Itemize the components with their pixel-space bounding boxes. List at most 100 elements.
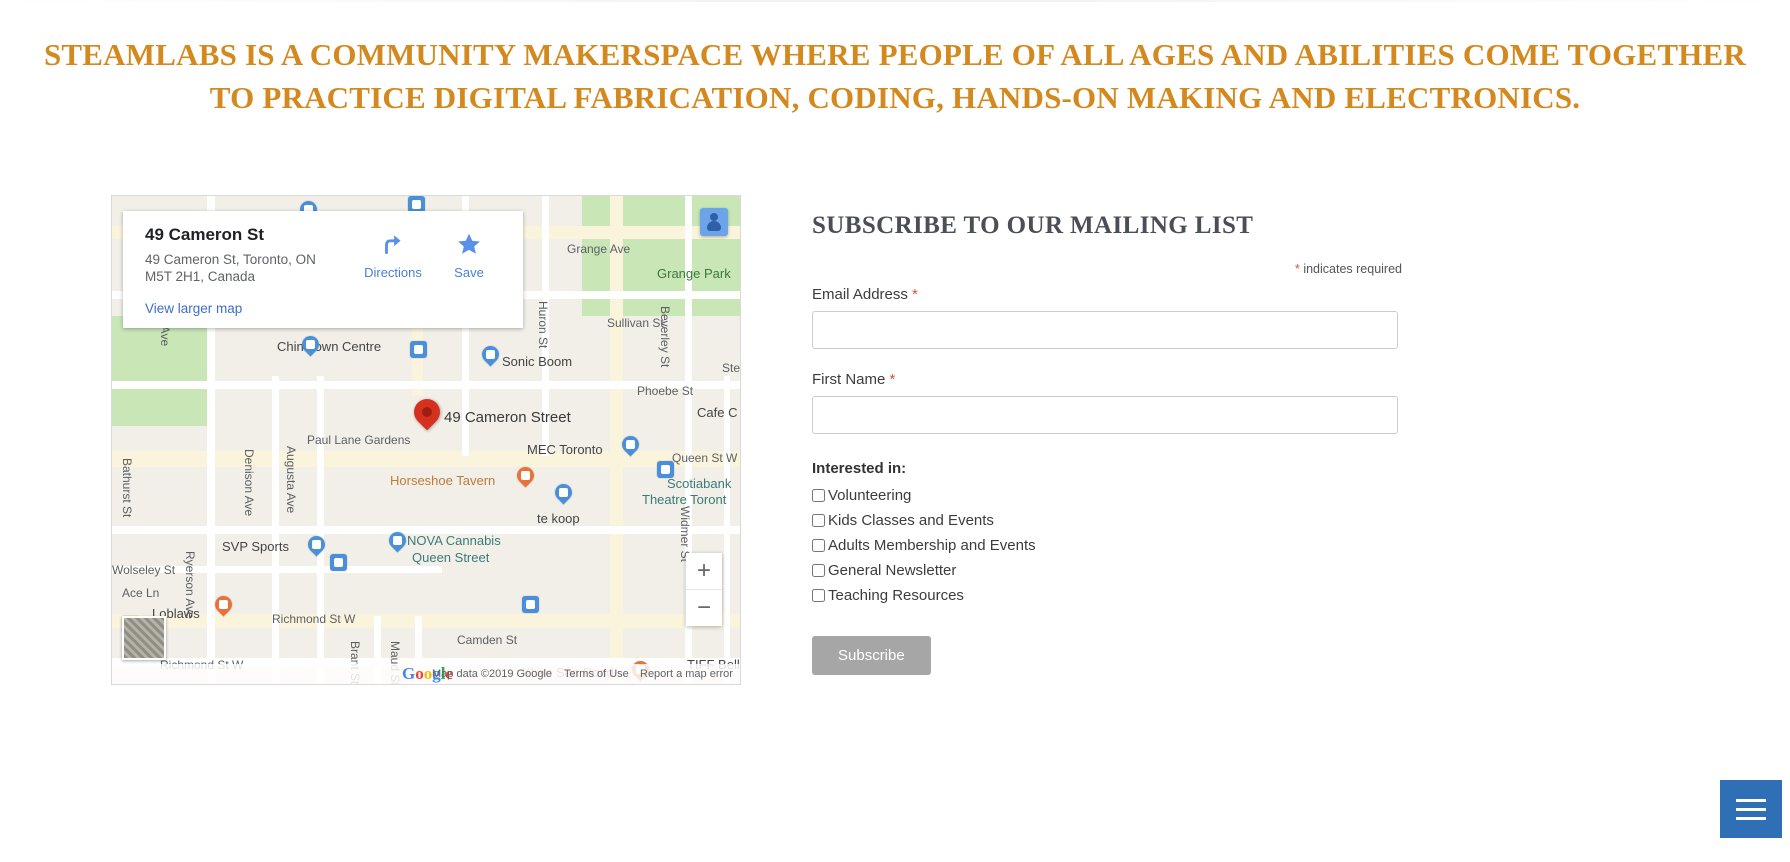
hamburger-bar	[1736, 816, 1766, 820]
interest-label[interactable]: Volunteering	[828, 487, 911, 504]
map-poi-marker[interactable]	[478, 342, 503, 367]
map-poi-marker[interactable]	[330, 554, 347, 571]
map-label: Queen St W	[672, 451, 738, 465]
interest-checkbox[interactable]	[812, 564, 825, 577]
map-label: Horseshoe Tavern	[390, 473, 496, 488]
road	[610, 196, 623, 684]
map-label: Grange Park	[657, 266, 731, 281]
interest-option-general-newsletter[interactable]: General Newsletter	[812, 562, 1402, 579]
email-required-asterisk: *	[912, 286, 918, 303]
map-label: Sonic Boom	[502, 354, 573, 369]
first-name-required-asterisk: *	[889, 371, 896, 388]
map-poi-marker[interactable]	[211, 592, 236, 617]
star-icon	[431, 229, 507, 259]
email-field-label: Email Address *	[812, 286, 1402, 303]
zoom-out-button[interactable]: −	[686, 590, 722, 626]
map-label: Huron St	[536, 301, 550, 349]
required-asterisk: *	[1294, 262, 1300, 276]
map-attribution: Map data ©2019 Google	[432, 668, 553, 680]
interest-checkbox[interactable]	[812, 589, 825, 602]
map-label: SVP Sports	[222, 539, 289, 554]
map-info-actions: Directions Save	[355, 225, 507, 316]
map-poi-marker[interactable]	[657, 461, 674, 478]
interests-group-label: Interested in:	[812, 460, 907, 477]
map-label: Richmond St W	[272, 612, 356, 626]
save-button[interactable]: Save	[431, 229, 507, 280]
required-note: * indicates required	[812, 262, 1402, 276]
directions-label: Directions	[364, 265, 422, 280]
road	[724, 376, 730, 684]
map-label: Ace Ln	[122, 586, 160, 600]
directions-button[interactable]: Directions	[355, 229, 431, 280]
map-poi-marker[interactable]	[522, 596, 539, 613]
map-info-title: 49 Cameron St	[145, 225, 265, 244]
interest-option-kids-classes[interactable]: Kids Classes and Events	[812, 512, 1402, 529]
first-name-field-label: First Name *	[812, 371, 1402, 388]
map-poi-marker[interactable]	[551, 480, 576, 505]
page-root: STEAMLABS IS A COMMUNITY MAKERSPACE WHER…	[0, 0, 1790, 862]
map-poi-marker[interactable]	[513, 463, 538, 488]
map-info-card: 49 Cameron St 49 Cameron St, Toronto, ON…	[123, 211, 523, 328]
interest-option-teaching-resources[interactable]: Teaching Resources	[812, 587, 1402, 604]
interest-checkbox[interactable]	[812, 514, 825, 527]
map-type-thumbnail[interactable]	[122, 616, 166, 660]
map-label: Queen Street	[412, 550, 490, 565]
zoom-in-button[interactable]: +	[686, 553, 722, 589]
map-label: Ryerson Ave	[183, 551, 197, 619]
map-label: Augusta Ave	[284, 446, 298, 514]
hamburger-bar	[1736, 807, 1766, 811]
map-label: MEC Toronto	[527, 442, 603, 457]
hamburger-bar	[1736, 798, 1766, 802]
map-poi-marker[interactable]	[304, 532, 329, 557]
page-headline: STEAMLABS IS A COMMUNITY MAKERSPACE WHER…	[43, 36, 1746, 115]
map-label: te koop	[537, 511, 580, 526]
required-note-text: indicates required	[1303, 262, 1402, 276]
map-label: Grange Ave	[567, 242, 631, 256]
pegman-body	[707, 221, 721, 231]
interest-option-adults-membership[interactable]: Adults Membership and Events	[812, 537, 1402, 554]
subscribe-form: SUBSCRIBE TO OUR MAILING LIST * indicate…	[812, 212, 1402, 675]
pegman-streetview-icon[interactable]	[700, 208, 728, 236]
interest-checkbox[interactable]	[812, 489, 825, 502]
map-label: Sullivan St	[607, 316, 664, 330]
save-label: Save	[454, 265, 484, 280]
map-label: NOVA Cannabis	[407, 533, 501, 548]
map-report-error-link[interactable]: Report a map error	[640, 668, 733, 680]
google-map-embed[interactable]: Grange Park Chinatown Centre Sonic Boom …	[111, 195, 741, 685]
map-label: Chinatown Centre	[277, 339, 382, 354]
location-pin-label: 49 Cameron Street	[444, 409, 571, 426]
map-label: Scotiabank	[667, 476, 732, 491]
map-poi-marker[interactable]	[410, 341, 427, 358]
first-name-label-text: First Name	[812, 371, 886, 388]
map-label: Beverley St	[658, 306, 672, 368]
map-label: Cafe C	[697, 405, 738, 420]
map-info-text: 49 Cameron St 49 Cameron St, Toronto, ON…	[145, 225, 355, 316]
hamburger-menu-icon[interactable]	[1720, 780, 1782, 838]
subscribe-form-title: SUBSCRIBE TO OUR MAILING LIST	[812, 212, 1254, 239]
interest-label[interactable]: Teaching Resources	[828, 587, 964, 604]
map-label: Paul Lane Gardens	[307, 433, 411, 447]
map-label: Wolseley St	[112, 563, 176, 577]
map-label: Phoebe St	[637, 384, 694, 398]
email-label-text: Email Address	[812, 286, 908, 303]
interest-label[interactable]: Adults Membership and Events	[828, 537, 1036, 554]
map-label: Bathurst St	[120, 458, 134, 518]
view-larger-map-link[interactable]: View larger map	[145, 301, 355, 316]
interest-label[interactable]: Kids Classes and Events	[828, 512, 994, 529]
first-name-input[interactable]	[812, 396, 1398, 434]
map-info-address: 49 Cameron St, Toronto, ON M5T 2H1, Cana…	[145, 252, 316, 284]
map-terms-link[interactable]: Terms of Use	[564, 668, 629, 680]
map-zoom-controls: + −	[686, 553, 722, 626]
map-canvas[interactable]: Grange Park Chinatown Centre Sonic Boom …	[112, 196, 740, 684]
subscribe-button[interactable]: Subscribe	[812, 636, 931, 675]
interest-option-volunteering[interactable]: Volunteering	[812, 487, 1402, 504]
top-divider	[0, 0, 1790, 2]
email-input[interactable]	[812, 311, 1398, 349]
interest-checkbox[interactable]	[812, 539, 825, 552]
road	[272, 376, 279, 684]
pegman-head	[710, 213, 718, 221]
directions-arrow-icon	[355, 229, 431, 259]
location-pin[interactable]	[408, 393, 446, 431]
interest-label[interactable]: General Newsletter	[828, 562, 956, 579]
map-footer: Google Map data ©2019 Google Terms of Us…	[112, 664, 740, 684]
